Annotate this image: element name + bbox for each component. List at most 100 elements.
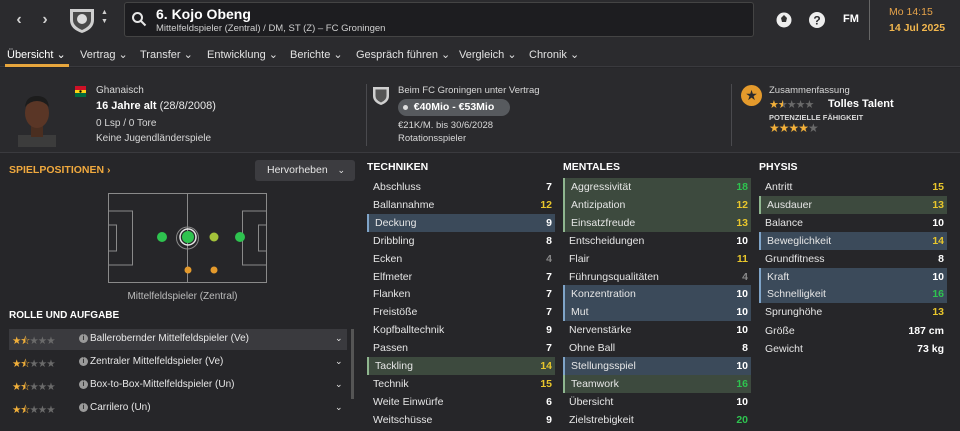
top-bar: ‹ › ▲ ▼ 6. Kojo Obeng Mittelfeldspieler (… <box>0 0 960 41</box>
positions-title[interactable]: SPIELPOSITIONEN › <box>9 164 111 176</box>
attribute-row-entscheidungen[interactable]: Entscheidungen 10 <box>563 232 751 250</box>
attribute-row-passen[interactable]: Passen 7 <box>367 339 555 357</box>
info-value: 73 kg <box>917 343 944 355</box>
attribute-row-kraft[interactable]: Kraft 10 <box>759 267 947 286</box>
role-row[interactable]: ★⯪★★★ i Box-to-Box-Mittelfeldspieler (Un… <box>9 375 347 396</box>
wage-text: €21K/M. bis 30/6/2028 <box>398 120 494 131</box>
attribute-row-konzentration[interactable]: Konzentration 10 <box>563 285 751 304</box>
attribute-value: 7 <box>546 342 552 355</box>
chevron-down-icon[interactable]: ⌄ <box>335 379 343 390</box>
attribute-row-ohne-ball[interactable]: Ohne Ball 8 <box>563 339 751 357</box>
attribute-name: Grundfitness <box>765 252 825 265</box>
info-icon[interactable]: i <box>79 357 88 366</box>
attribute-row-abschluss[interactable]: Abschluss 7 <box>367 178 555 196</box>
attribute-value: 15 <box>540 377 552 390</box>
menu-berichte[interactable]: Berichte ⌄ <box>290 48 343 61</box>
dot-icon <box>403 105 408 110</box>
attribute-row-f-hrungsqualit-ten[interactable]: Führungsqualitäten 4 <box>563 268 751 286</box>
player-switch-arrows[interactable]: ▲ ▼ <box>101 8 108 26</box>
attribute-row-deckung[interactable]: Deckung 9 <box>367 213 555 232</box>
menu-uebersicht[interactable]: Übersicht ⌄ <box>7 48 66 61</box>
club-crest-icon[interactable] <box>67 5 97 35</box>
menu-gespraech[interactable]: Gespräch führen ⌄ <box>356 48 450 61</box>
role-row[interactable]: ★⯪★★★ i Zentraler Mittelfeldspieler (Ve)… <box>9 352 347 373</box>
attribute-row-sprungh-he[interactable]: Sprunghöhe 13 <box>759 303 947 321</box>
attribute-value: 16 <box>932 288 944 301</box>
attribute-row-zielstrebigkeit[interactable]: Zielstrebigkeit 20 <box>563 411 751 429</box>
attribute-value: 7 <box>546 306 552 319</box>
forward-arrow-icon[interactable]: › <box>37 11 53 29</box>
attribute-row-ausdauer[interactable]: Ausdauer 13 <box>759 195 947 214</box>
attribute-value: 9 <box>546 216 552 229</box>
attribute-value: 4 <box>546 252 552 265</box>
attribute-row-dribbling[interactable]: Dribbling 8 <box>367 232 555 250</box>
attribute-row--bersicht[interactable]: Übersicht 10 <box>563 393 751 411</box>
info-icon[interactable]: i <box>79 403 88 412</box>
chevron-down-icon[interactable]: ⌄ <box>335 356 343 367</box>
transfer-value-badge[interactable]: €40Mio - €53Mio <box>398 99 510 116</box>
chevron-down-icon[interactable]: ⌄ <box>335 333 343 344</box>
attribute-row-kopfballtechnik[interactable]: Kopfballtechnik 9 <box>367 321 555 339</box>
attribute-name: Ballannahme <box>373 198 435 211</box>
attribute-row-weite-einw-rfe[interactable]: Weite Einwürfe 6 <box>367 393 555 411</box>
roles-scrollbar[interactable] <box>351 329 354 399</box>
attribute-row-stellungsspiel[interactable]: Stellungsspiel 10 <box>563 357 751 375</box>
attribute-row-einsatzfreude[interactable]: Einsatzfreude 13 <box>563 213 751 232</box>
date-display[interactable]: Mo 14:15 14 Jul 2025 <box>869 0 960 40</box>
attribute-row-grundfitness[interactable]: Grundfitness 8 <box>759 250 947 268</box>
position-dot-mc <box>182 231 194 243</box>
attribute-row-ecken[interactable]: Ecken 4 <box>367 250 555 268</box>
role-row[interactable]: ★⯪★★★ i Ballerobernder Mittelfeldspieler… <box>9 329 347 350</box>
menu-chronik[interactable]: Chronik ⌄ <box>529 48 579 61</box>
attribute-name: Kopfballtechnik <box>373 324 445 337</box>
chevron-down-icon[interactable]: ⌄ <box>335 402 343 413</box>
attribute-name: Antritt <box>765 181 793 193</box>
attribute-name: Freistöße <box>373 306 418 319</box>
highlight-dropdown[interactable]: Hervorheben ⌄ <box>255 160 355 181</box>
attribute-row-balance[interactable]: Balance 10 <box>759 214 947 232</box>
attribute-row-teamwork[interactable]: Teamwork 16 <box>563 374 751 393</box>
attribute-value: 13 <box>932 306 944 319</box>
attribute-row-antritt[interactable]: Antritt 15 <box>759 178 947 196</box>
attribute-row-weitsch-sse[interactable]: Weitschüsse 9 <box>367 411 555 429</box>
contract-label: Beim FC Groningen unter Vertrag <box>398 85 540 96</box>
attribute-name: Sprunghöhe <box>765 306 823 319</box>
menu-transfer[interactable]: Transfer ⌄ <box>140 48 193 61</box>
attribute-row-nervenst-rke[interactable]: Nervenstärke 10 <box>563 321 751 339</box>
date-text: 14 Jul 2025 <box>889 22 946 34</box>
back-arrow-icon[interactable]: ‹ <box>11 11 27 29</box>
info-icon[interactable]: i <box>79 380 88 389</box>
menu-entwicklung[interactable]: Entwicklung ⌄ <box>207 48 278 61</box>
menu-vergleich[interactable]: Vergleich ⌄ <box>459 48 517 61</box>
info-icon[interactable]: i <box>79 334 88 343</box>
help-icon[interactable]: ? <box>808 11 826 29</box>
attribute-row-beweglichkeit[interactable]: Beweglichkeit 14 <box>759 231 947 250</box>
attribute-name: Beweglichkeit <box>767 234 832 247</box>
attribute-row-flair[interactable]: Flair 11 <box>563 250 751 268</box>
ball-icon[interactable] <box>775 11 793 29</box>
attribute-row-ballannahme[interactable]: Ballannahme 12 <box>367 196 555 214</box>
position-caption: Mittelfeldspieler (Zentral) <box>127 291 238 302</box>
attribute-row-aggressivit-t[interactable]: Aggressivität 18 <box>563 178 751 196</box>
club-crest-icon <box>373 87 389 105</box>
physical-info-row: Gewicht 73 kg <box>759 340 947 358</box>
player-search-box[interactable]: 6. Kojo Obeng Mittelfeldspieler (Zentral… <box>124 2 754 37</box>
role-stars: ★⯪★★★ <box>12 335 56 347</box>
menu-vertrag[interactable]: Vertrag ⌄ <box>80 48 128 61</box>
attribute-row-tackling[interactable]: Tackling 14 <box>367 357 555 375</box>
svg-text:?: ? <box>813 14 820 28</box>
attribute-value: 10 <box>736 360 748 372</box>
attribute-row-antizipation[interactable]: Antizipation 12 <box>563 195 751 214</box>
position-pitch <box>108 193 267 283</box>
attribute-row-technik[interactable]: Technik 15 <box>367 375 555 393</box>
attribute-name: Aggressivität <box>571 181 632 193</box>
attribute-row-flanken[interactable]: Flanken 7 <box>367 285 555 303</box>
attribute-row-mut[interactable]: Mut 10 <box>563 303 751 322</box>
attribute-row-schnelligkeit[interactable]: Schnelligkeit 16 <box>759 285 947 304</box>
time-text: Mo 14:15 <box>889 6 933 18</box>
role-row[interactable]: ★⯪★★★ i Carrilero (Un) ⌄ <box>9 398 347 419</box>
attribute-row-freist-e[interactable]: Freistöße 7 <box>367 303 555 321</box>
attribute-row-elfmeter[interactable]: Elfmeter 7 <box>367 268 555 286</box>
attribute-name: Ecken <box>373 252 403 265</box>
fm-logo[interactable]: FM <box>843 13 859 25</box>
